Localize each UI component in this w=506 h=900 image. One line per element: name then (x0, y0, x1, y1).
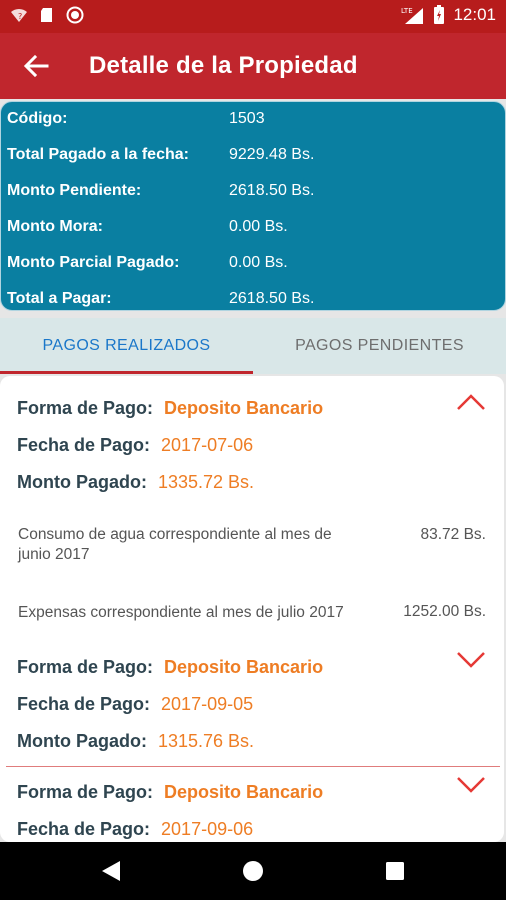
fecha-label: Fecha de Pago: (17, 693, 151, 714)
monto-value: 1335.72 Bs. (157, 471, 255, 492)
system-nav-bar (0, 842, 506, 900)
summary-label: Código: (7, 110, 68, 127)
wifi-question-icon: ? (11, 8, 27, 22)
fecha-value: 2017-07-06 (161, 434, 254, 455)
summary-value: 9229.48 Bs. (229, 146, 315, 163)
payment-3-forma: Forma de Pago: Deposito Bancario (17, 777, 323, 807)
summary-row-total-pagado: Total Pagado a la fecha: 9229.48 Bs. (7, 140, 314, 170)
payment-2-monto: Monto Pagado: 1315.76 Bs. (17, 726, 254, 756)
summary-label: Total a Pagar: (7, 290, 112, 307)
status-bar: ? LTE 12:01 (0, 0, 506, 33)
fecha-value: 2017-09-05 (161, 693, 254, 714)
lte-signal-icon: LTE (401, 7, 424, 24)
battery-charging-icon (434, 5, 445, 24)
forma-label: Forma de Pago: (17, 656, 154, 677)
summary-row-codigo: Código: 1503 (7, 104, 265, 134)
tab-pagos-realizados[interactable]: PAGOS REALIZADOS (0, 318, 253, 374)
summary-value: 1503 (229, 110, 265, 127)
monto-label: Monto Pagado: (17, 730, 147, 751)
tab-bar: PAGOS REALIZADOS PAGOS PENDIENTES (0, 318, 506, 374)
detail-desc: Expensas correspondiente al mes de julio… (18, 604, 344, 621)
sd-card-icon (41, 8, 52, 22)
app-bar: Detalle de la Propiedad (0, 33, 506, 99)
fecha-label: Fecha de Pago: (17, 434, 151, 455)
forma-label: Forma de Pago: (17, 781, 154, 802)
fecha-label: Fecha de Pago: (17, 818, 151, 839)
fecha-value: 2017-09-06 (161, 818, 254, 839)
summary-value: 2618.50 Bs. (229, 290, 315, 307)
payment-2-forma: Forma de Pago: Deposito Bancario (17, 652, 323, 682)
svg-text:?: ? (18, 12, 22, 21)
summary-row-total-a-pagar: Total a Pagar: 2618.50 Bs. (7, 284, 314, 314)
summary-label: Monto Pendiente: (7, 182, 142, 199)
back-arrow-icon[interactable] (20, 50, 52, 82)
detail-desc: Consumo de agua correspondiente al mes d… (18, 526, 332, 563)
clock: 12:01 (453, 5, 496, 24)
divider (6, 766, 500, 767)
forma-value: Deposito Bancario (164, 656, 324, 677)
payment-1-fecha: Fecha de Pago: 2017-07-06 (17, 430, 253, 460)
payment-1-forma: Forma de Pago: Deposito Bancario (17, 393, 323, 423)
summary-value: 2618.50 Bs. (229, 182, 315, 199)
chevron-down-icon[interactable] (456, 650, 486, 668)
summary-label: Total Pagado a la fecha: (7, 146, 189, 163)
summary-label: Monto Mora: (7, 218, 103, 235)
detail-amount: 83.72 Bs. (420, 526, 487, 543)
home-circle-icon[interactable] (242, 860, 264, 882)
payments-list: Forma de Pago: Deposito Bancario Fecha de… (0, 376, 504, 842)
forma-value: Deposito Bancario (164, 397, 324, 418)
back-triangle-icon[interactable] (100, 860, 122, 882)
svg-text:LTE: LTE (401, 7, 413, 15)
payment-1-monto: Monto Pagado: 1335.72 Bs. (17, 467, 254, 497)
forma-value: Deposito Bancario (164, 781, 324, 802)
recents-square-icon[interactable] (385, 861, 405, 881)
detail-amount: 1252.00 Bs. (403, 603, 486, 620)
forma-label: Forma de Pago: (17, 397, 154, 418)
summary-row-monto-pendiente: Monto Pendiente: 2618.50 Bs. (7, 176, 314, 206)
summary-value: 0.00 Bs. (229, 218, 288, 235)
page-title: Detalle de la Propiedad (89, 52, 358, 79)
chevron-down-icon[interactable] (456, 775, 486, 793)
chevron-up-icon[interactable] (456, 393, 486, 411)
record-icon (66, 6, 84, 24)
summary-label: Monto Parcial Pagado: (7, 254, 180, 271)
active-tab-indicator (0, 371, 253, 374)
summary-value: 0.00 Bs. (229, 254, 288, 271)
payment-3-fecha: Fecha de Pago: 2017-09-06 (17, 814, 253, 842)
payment-2-fecha: Fecha de Pago: 2017-09-05 (17, 689, 253, 719)
tab-pagos-pendientes[interactable]: PAGOS PENDIENTES (253, 318, 506, 374)
summary-row-monto-parcial: Monto Parcial Pagado: 0.00 Bs. (7, 248, 288, 278)
monto-value: 1315.76 Bs. (157, 730, 255, 751)
property-summary: Código: 1503 Total Pagado a la fecha: 9229… (0, 101, 506, 311)
monto-label: Monto Pagado: (17, 471, 147, 492)
summary-row-monto-mora: Monto Mora: 0.00 Bs. (7, 212, 288, 242)
